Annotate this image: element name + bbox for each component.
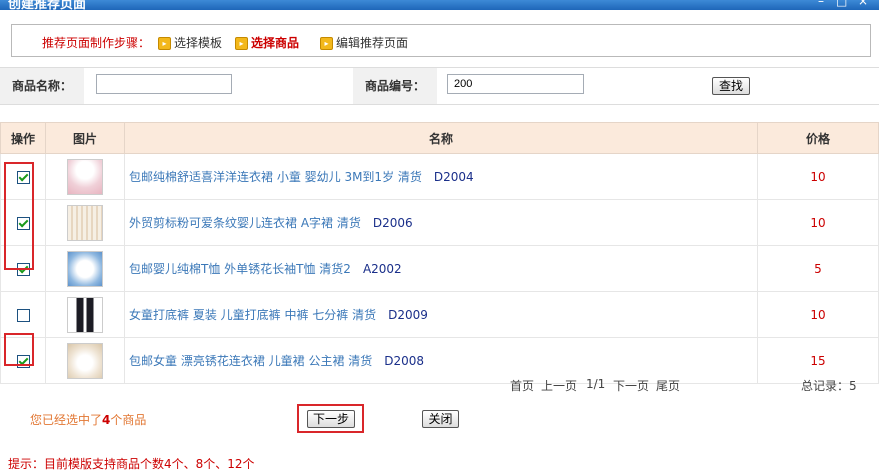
- minimize-icon[interactable]: –: [818, 0, 824, 8]
- pager-last[interactable]: 尾页: [656, 377, 680, 394]
- selected-count-text: 您已经选中了4个商品: [30, 413, 147, 427]
- total-records: 总记录：5: [801, 379, 857, 393]
- step-edit-page: ▸ 编辑推荐页面: [320, 34, 408, 51]
- product-code: D2009: [388, 308, 428, 322]
- maximize-icon[interactable]: □: [836, 0, 847, 8]
- step-icon: ▸: [235, 37, 248, 50]
- hint-text: 提示：目前模版支持商品个数4个、8个、12个: [8, 457, 255, 471]
- product-name-link[interactable]: 包邮女童 漂亮锈花连衣裙 儿童裙 公主裙 清货: [129, 354, 372, 368]
- product-name-link[interactable]: 外贸剪标粉可爱条纹婴儿连衣裙 A字裙 清货: [129, 216, 361, 230]
- table-row: 包邮女童 漂亮锈花连衣裙 儿童裙 公主裙 清货 D2008 15: [0, 337, 879, 384]
- pager-page: 1/1: [586, 377, 606, 391]
- selection-highlight: [4, 333, 34, 366]
- product-name-input[interactable]: [96, 74, 232, 94]
- pager-first[interactable]: 首页: [510, 377, 534, 394]
- table-row: 外贸剪标粉可爱条纹婴儿连衣裙 A字裙 清货 D2006 10: [0, 199, 879, 246]
- product-thumbnail: [67, 250, 103, 287]
- step-icon: ▸: [320, 37, 333, 50]
- product-name-link[interactable]: 包邮纯棉舒适喜洋洋连衣裙 小童 婴幼儿 3M到1岁 清货: [129, 170, 422, 184]
- row-checkbox[interactable]: [16, 308, 30, 322]
- table-row: 包邮纯棉舒适喜洋洋连衣裙 小童 婴幼儿 3M到1岁 清货 D2004 10: [0, 153, 879, 200]
- col-image: 图片: [45, 122, 125, 154]
- selection-highlight: [4, 162, 34, 270]
- table-row: 包邮婴儿纯棉T恤 外单锈花长袖T恤 清货2 A2002 5: [0, 245, 879, 292]
- product-table: 操作 图片 名称 价格 包邮纯棉舒适喜洋洋连衣裙 小童 婴幼儿 3M到1岁 清货…: [0, 122, 879, 384]
- product-code: D2008: [384, 354, 425, 368]
- table-header-row: 操作 图片 名称 价格: [0, 122, 879, 154]
- steps-panel: 推荐页面制作步骤： ▸ 选择模板 ▸ 选择商品 ▸ 编辑推荐页面: [11, 24, 871, 57]
- step-icon: ▸: [158, 37, 171, 50]
- steps-lead: 推荐页面制作步骤：: [42, 36, 151, 50]
- product-code: A2002: [362, 262, 402, 276]
- close-window-icon[interactable]: ×: [858, 0, 868, 8]
- search-bar: 商品名称： 商品编号： 查找: [0, 67, 879, 105]
- product-thumbnail: [67, 158, 103, 195]
- search-button[interactable]: 查找: [712, 77, 750, 95]
- table-row: 女童打底裤 夏装 儿童打底裤 中裤 七分裤 清货 D2009 10: [0, 291, 879, 338]
- product-thumbnail: [67, 204, 103, 241]
- product-price: 10: [757, 153, 879, 200]
- window-title: 创建推荐页面: [8, 0, 87, 10]
- window-titlebar: 创建推荐页面 – □ ×: [0, 0, 879, 10]
- product-name-link[interactable]: 女童打底裤 夏装 儿童打底裤 中裤 七分裤 清货: [129, 308, 376, 322]
- product-thumbnail: [67, 296, 103, 333]
- product-thumbnail: [67, 342, 103, 379]
- product-code-label: 商品编号：: [353, 68, 438, 104]
- close-button[interactable]: 关闭: [422, 410, 459, 428]
- col-action: 操作: [0, 122, 46, 154]
- product-name-label: 商品名称：: [0, 68, 85, 104]
- product-code-input[interactable]: [447, 74, 584, 94]
- step-choose-template: ▸ 选择模板: [158, 34, 222, 51]
- step-choose-products: ▸ 选择商品: [235, 34, 299, 51]
- pager-next[interactable]: 下一页: [613, 377, 649, 394]
- product-price: 10: [757, 199, 879, 246]
- col-name: 名称: [124, 122, 758, 154]
- product-price: 10: [757, 291, 879, 338]
- product-price: 5: [757, 245, 879, 292]
- pager-prev[interactable]: 上一页: [541, 377, 577, 394]
- next-step-button[interactable]: 下一步: [307, 410, 355, 428]
- col-price: 价格: [757, 122, 879, 154]
- product-code: D2006: [372, 216, 413, 230]
- product-code: D2004: [433, 170, 474, 184]
- product-name-link[interactable]: 包邮婴儿纯棉T恤 外单锈花长袖T恤 清货2: [129, 262, 351, 276]
